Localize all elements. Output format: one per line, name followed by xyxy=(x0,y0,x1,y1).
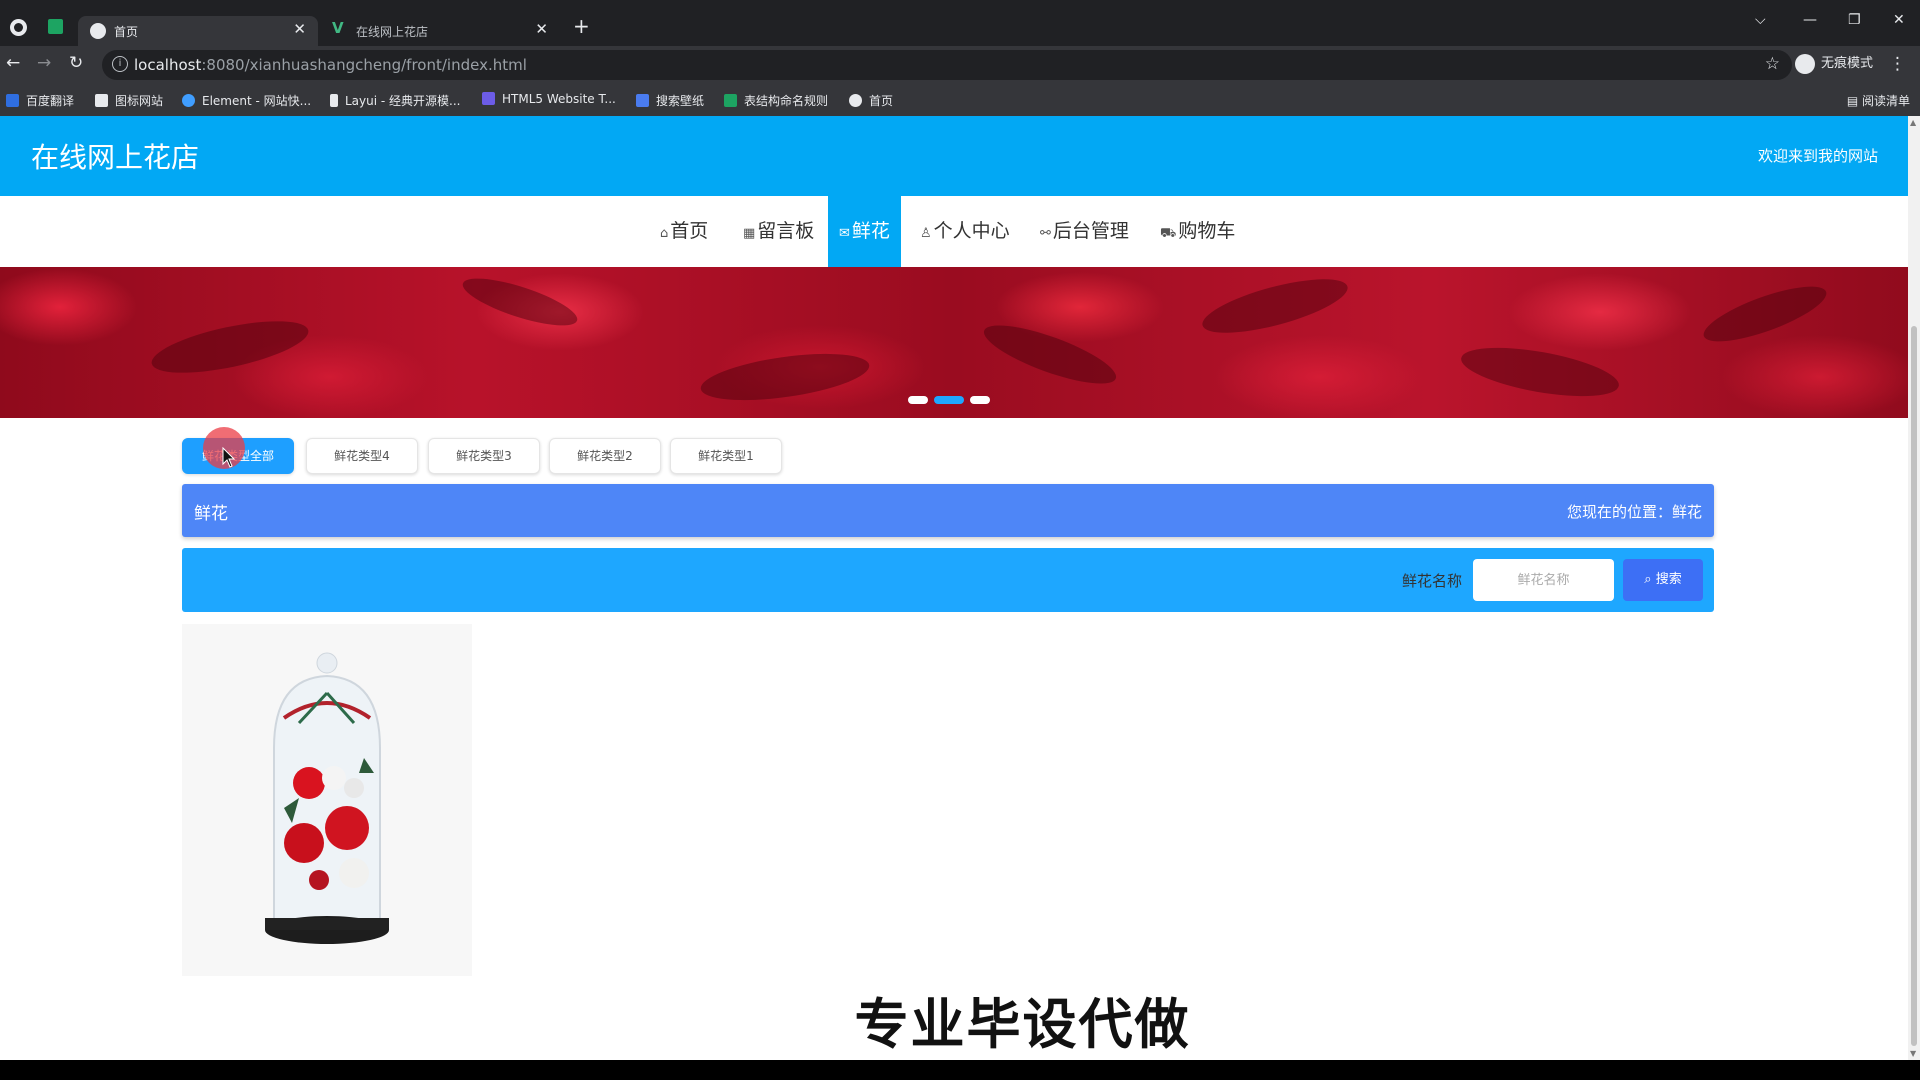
translate-icon xyxy=(6,94,19,107)
nav-item-personal-center[interactable]: ♙ 个人中心 xyxy=(920,196,1010,267)
nav-item-message-board[interactable]: ▦ 留言板 xyxy=(743,196,814,267)
wallpaper-icon xyxy=(636,94,649,107)
star-icon[interactable]: ☆ xyxy=(1765,54,1780,74)
nav-item-flowers[interactable]: ✉ 鲜花 xyxy=(828,196,901,267)
element-icon xyxy=(182,94,195,107)
flower-dome-image xyxy=(265,652,389,944)
mail-icon: ✉ xyxy=(839,226,850,241)
flag-icon xyxy=(95,94,108,107)
carousel-dot-active[interactable] xyxy=(934,396,964,404)
menu-icon[interactable]: ⋮ xyxy=(1889,54,1906,74)
browser-globe-icon[interactable] xyxy=(10,19,27,36)
html5-icon xyxy=(482,92,495,105)
globe-icon xyxy=(849,94,862,107)
carousel-dot[interactable] xyxy=(970,396,990,404)
location-text: 您现在的位置：鲜花 xyxy=(1566,503,1702,521)
bookmark-item[interactable]: Element - 网站快... xyxy=(182,92,311,109)
browser-toolbar: ← → ↻ i localhost:8080/xianhuashangcheng… xyxy=(0,46,1920,84)
petal-shadow xyxy=(698,345,872,409)
petal-shadow xyxy=(1698,275,1832,353)
incognito-indicator[interactable]: 无痕模式 xyxy=(1795,52,1873,74)
welcome-text: 欢迎来到我的网站 xyxy=(1757,147,1878,165)
info-icon[interactable]: i xyxy=(112,56,128,72)
url-text[interactable]: localhost:8080/xianhuashangcheng/front/i… xyxy=(134,56,527,74)
watermark-text: 专业毕设代做 xyxy=(854,993,1191,1056)
page-scrollbar[interactable]: ▲ ▼ xyxy=(1908,116,1920,1060)
bookmark-item[interactable]: 百度翻译 xyxy=(6,92,74,109)
search-bar: 鲜花名称 ⌕ 搜索 xyxy=(182,548,1714,612)
bookmark-item[interactable]: 搜索壁纸 xyxy=(636,92,704,109)
type-filter-1[interactable]: 鲜花类型1 xyxy=(670,438,782,474)
screen-bottom-bar xyxy=(0,1060,1920,1080)
user-icon: ♙ xyxy=(920,226,932,241)
scroll-thumb[interactable] xyxy=(1911,326,1917,1046)
close-icon[interactable]: ✕ xyxy=(535,20,548,38)
new-tab-button[interactable]: + xyxy=(573,14,590,38)
mouse-cursor-icon xyxy=(222,447,236,468)
page-viewport: 在线网上花店 欢迎来到我的网站 ⌂ 首页 ▦ 留言板 ✉ 鲜花 ♙ 个人中心 ⚯ 后台管理… xyxy=(0,116,1908,1060)
nav-item-cart[interactable]: ⛟ 购物车 xyxy=(1160,196,1235,267)
search-input[interactable] xyxy=(1473,559,1614,601)
browser-tabstrip: 首页 ✕ V 在线网上花店 ✕ + ⌵ — ❐ ✕ xyxy=(0,0,1920,46)
bookmark-item[interactable]: 图标网站 xyxy=(95,92,163,109)
search-button[interactable]: ⌕ 搜索 xyxy=(1623,559,1703,601)
section-title: 鲜花 xyxy=(194,504,228,524)
search-label: 鲜花名称 xyxy=(1401,572,1462,590)
board-icon: ▦ xyxy=(743,226,756,241)
pinned-tab-icon[interactable] xyxy=(48,19,63,34)
type-filter-4[interactable]: 鲜花类型4 xyxy=(306,438,418,474)
tab-home[interactable]: 首页 ✕ xyxy=(78,16,318,46)
site-header: 在线网上花店 欢迎来到我的网站 xyxy=(0,116,1908,196)
petal-shadow xyxy=(1457,338,1623,406)
link-icon: ⚯ xyxy=(1040,226,1051,241)
tab-title: 在线网上花店 xyxy=(356,25,429,39)
reload-button[interactable]: ↻ xyxy=(69,53,83,73)
back-button[interactable]: ← xyxy=(6,53,20,73)
nav-item-home[interactable]: ⌂ 首页 xyxy=(660,196,708,267)
type-filter-3[interactable]: 鲜花类型3 xyxy=(428,438,540,474)
nav-item-admin[interactable]: ⚯ 后台管理 xyxy=(1040,196,1129,267)
globe-icon xyxy=(90,23,106,39)
reading-list[interactable]: ▤ 阅读清单 xyxy=(1847,92,1910,109)
carousel-dot[interactable] xyxy=(908,396,928,404)
bookmark-item[interactable]: Layui - 经典开源模... xyxy=(330,92,460,109)
address-bar[interactable]: i localhost:8080/xianhuashangcheng/front… xyxy=(102,50,1792,80)
search-icon: ⌕ xyxy=(1644,572,1656,587)
breadcrumb: 鲜花 您现在的位置：鲜花 xyxy=(182,484,1714,537)
main-nav: ⌂ 首页 ▦ 留言板 ✉ 鲜花 ♙ 个人中心 ⚯ 后台管理 ⛟ 购物车 xyxy=(0,196,1908,267)
forward-button[interactable]: → xyxy=(37,53,51,73)
close-window-button[interactable]: ✕ xyxy=(1893,12,1905,28)
petal-shadow xyxy=(458,269,582,335)
type-filter-2[interactable]: 鲜花类型2 xyxy=(549,438,661,474)
banner-carousel[interactable] xyxy=(0,267,1908,418)
site-title: 在线网上花店 xyxy=(31,141,200,174)
tab-search-icon[interactable]: ⌵ xyxy=(1755,12,1766,28)
home-icon: ⌂ xyxy=(660,226,669,241)
reading-list-icon: ▤ xyxy=(1846,94,1862,108)
sheet-icon xyxy=(724,94,737,107)
petal-shadow xyxy=(147,310,313,384)
cart-icon: ⛟ xyxy=(1160,226,1177,241)
bookmark-item[interactable]: 首页 xyxy=(849,92,893,109)
scroll-up-icon[interactable]: ▲ xyxy=(1910,118,1916,127)
vue-icon: V xyxy=(332,19,344,37)
bookmark-item[interactable]: HTML5 Website T... xyxy=(482,92,616,106)
layui-icon xyxy=(330,94,338,107)
bookmarks-bar: 百度翻译 图标网站 Element - 网站快... Layui - 经典开源模… xyxy=(0,84,1920,117)
close-icon[interactable]: ✕ xyxy=(293,20,306,38)
bookmark-item[interactable]: 表结构命名规则 xyxy=(724,92,828,109)
restore-button[interactable]: ❐ xyxy=(1848,12,1861,28)
tab-title: 首页 xyxy=(114,25,139,39)
minimize-button[interactable]: — xyxy=(1803,12,1817,28)
product-card[interactable] xyxy=(182,624,472,976)
incognito-icon xyxy=(1795,53,1815,74)
petal-shadow xyxy=(978,314,1122,395)
petal-shadow xyxy=(1197,268,1353,344)
tab-flower-shop[interactable]: V 在线网上花店 ✕ xyxy=(320,16,560,46)
